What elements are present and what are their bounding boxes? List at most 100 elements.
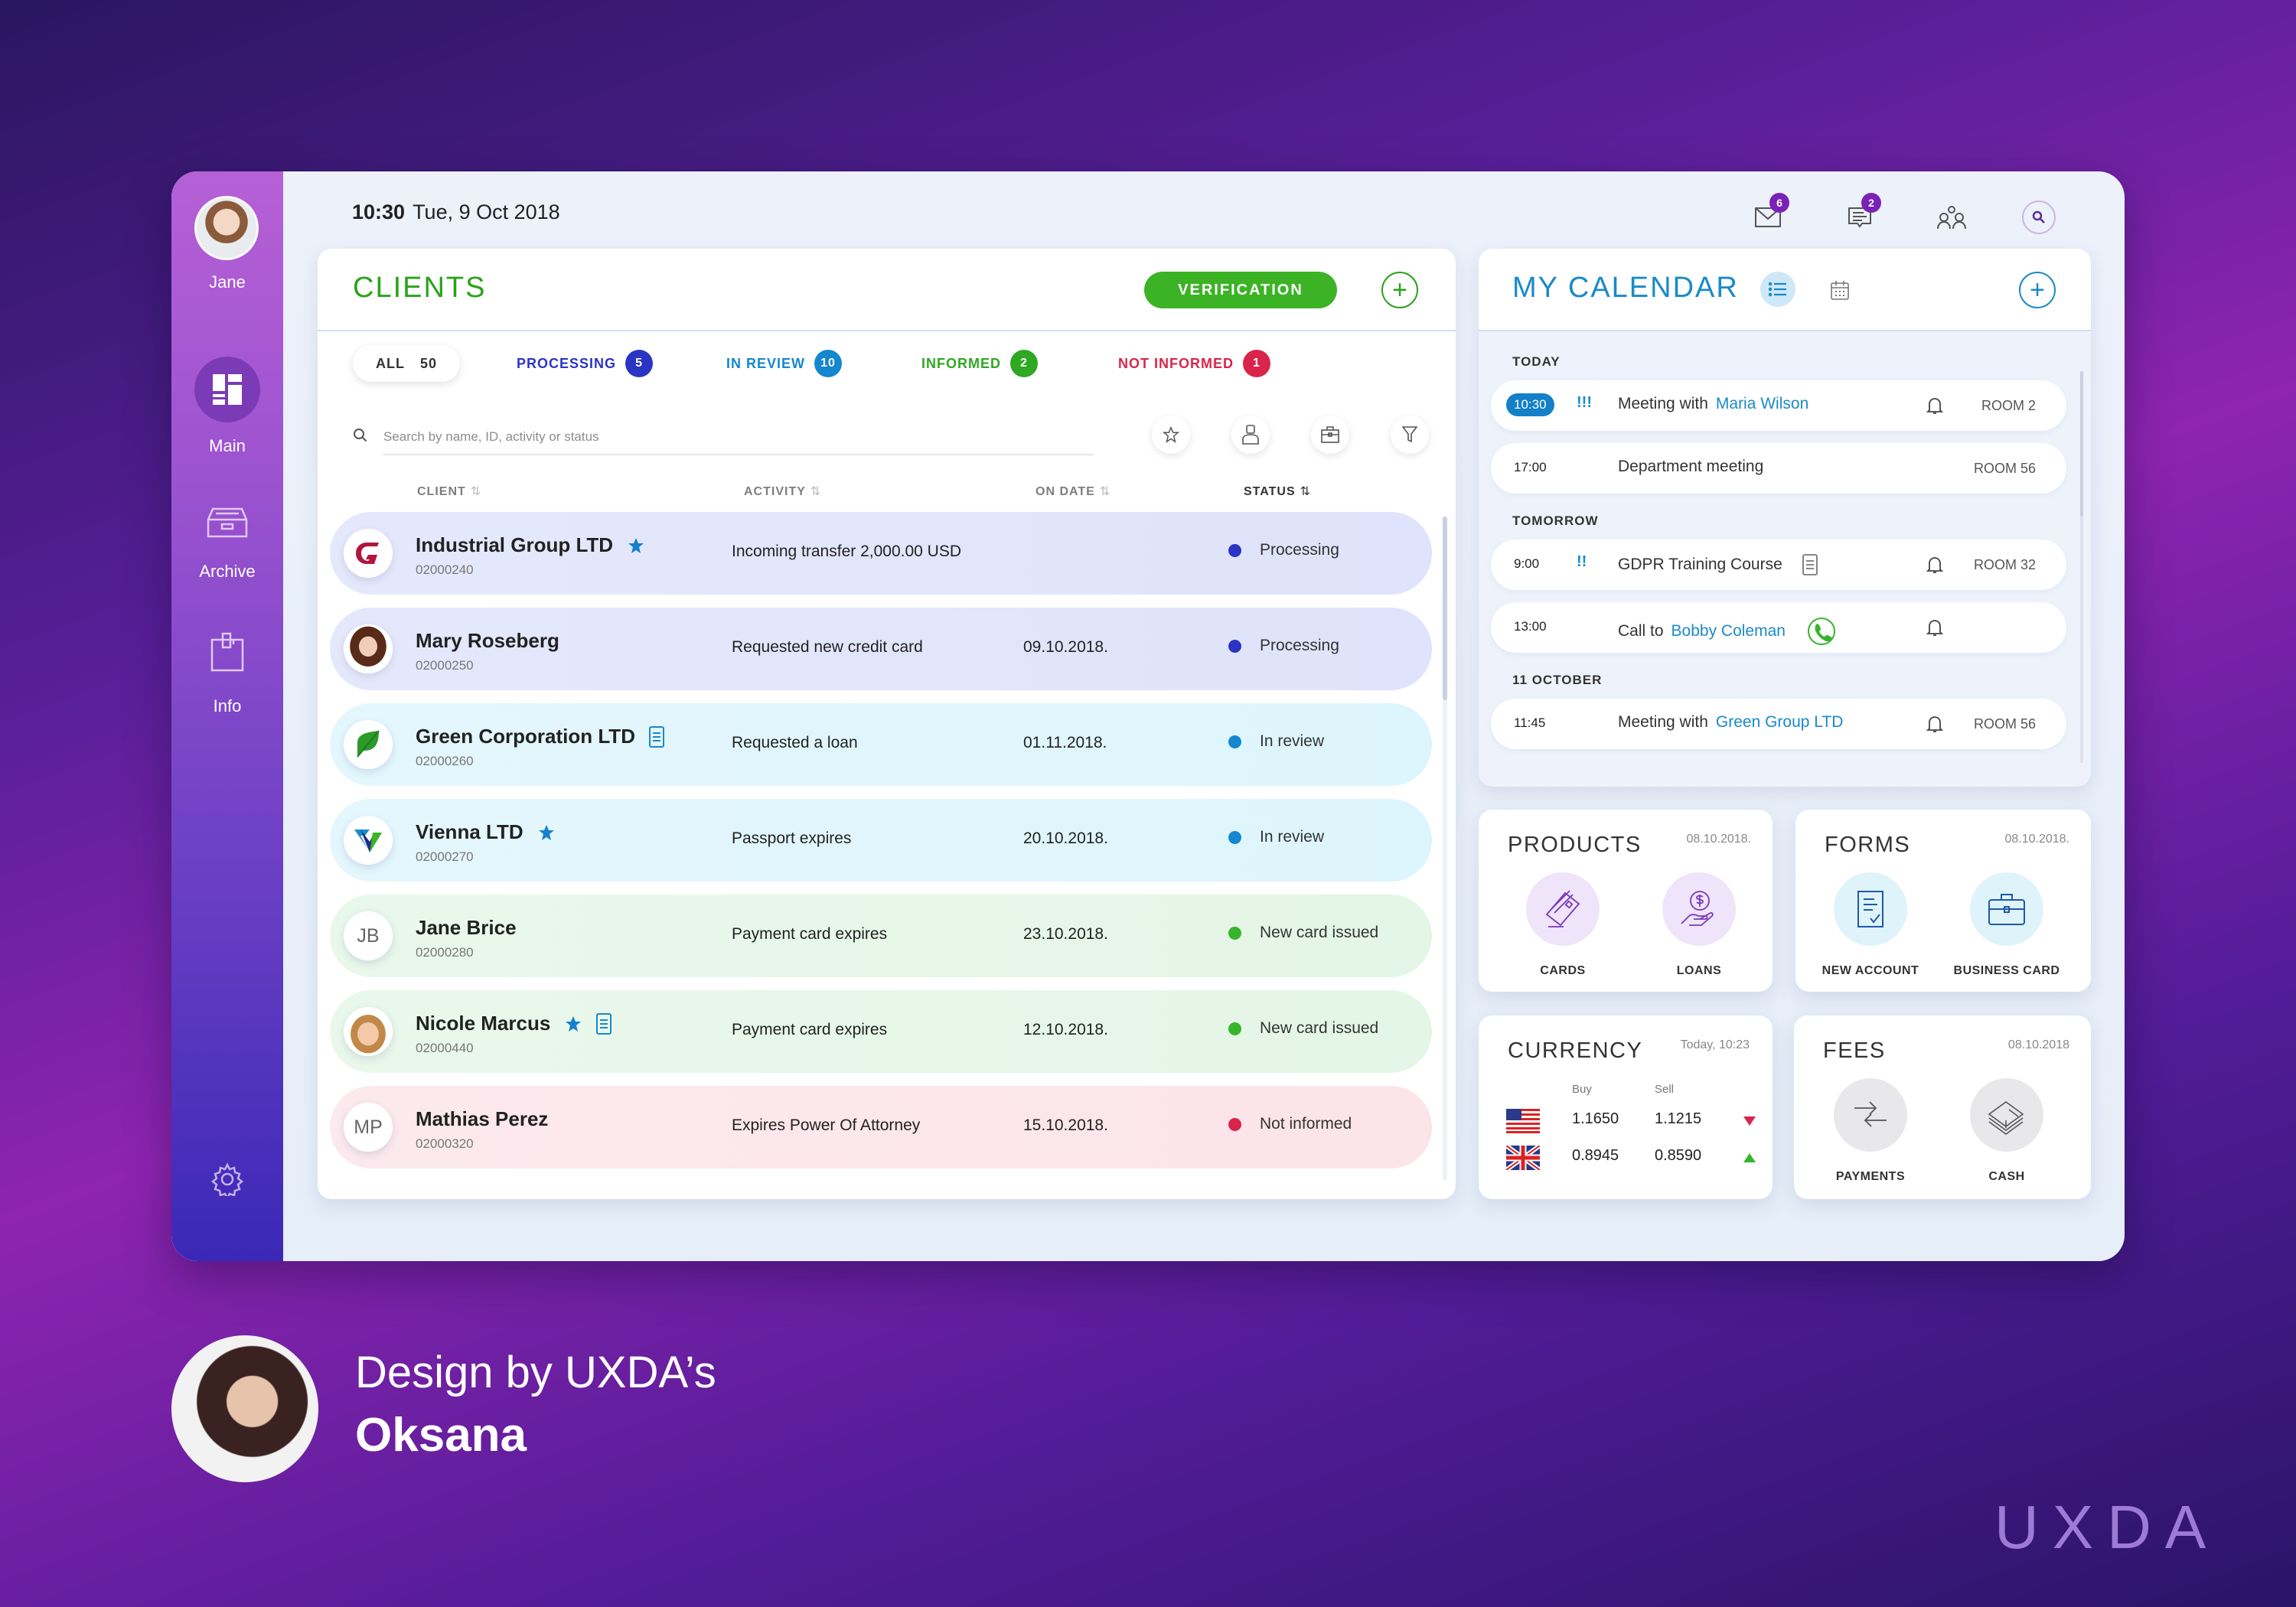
product-cards[interactable]: CARDS [1502,872,1624,978]
table-row[interactable]: JB Jane Brice 02000280 Payment card expires… [330,895,1432,977]
event-contact-link[interactable]: Bobby Coleman [1671,622,1786,641]
column-header-on-date[interactable]: ON DATE ⇅ [1035,484,1110,499]
event-title: GDPR Training Course [1618,554,1818,575]
fees-date: 08.10.2018 [2007,1038,2069,1051]
document-icon[interactable] [648,725,664,748]
bell-icon[interactable] [1926,618,1944,637]
calendar-event[interactable]: 11:45 Meeting with Green Group LTD ROOM 56 [1491,699,2066,749]
client-search-input[interactable] [383,420,1094,455]
column-header-client[interactable]: CLIENT ⇅ [417,484,481,499]
usd-buy: 1.1650 [1572,1110,1619,1127]
event-room: ROOM 32 [1973,557,2036,572]
client-name[interactable]: Green Corporation LTD [416,725,635,748]
client-name[interactable]: Mary Roseberg [416,629,559,653]
form-new-account[interactable]: NEW ACCOUNT [1809,872,1932,978]
client-name[interactable]: Mathias Perez [416,1107,548,1131]
fee-label: CASH [1988,1170,2025,1183]
star-icon[interactable] [537,823,556,842]
phone-icon[interactable] [1807,617,1836,646]
advanced-filter-button[interactable] [1391,416,1429,454]
table-row[interactable]: Green Corporation LTD 02000260 Requested a… [330,703,1432,786]
calendar-scrollbar[interactable] [2080,371,2083,763]
person-icon [1242,425,1259,445]
calendar-event[interactable]: 9:00!! GDPR Training Course ROOM 32 [1491,539,2066,590]
bell-icon[interactable] [1926,714,1944,734]
status-dot [1228,735,1241,748]
column-header-activity[interactable]: ACTIVITY ⇅ [744,484,821,499]
filter-in-review[interactable]: IN REVIEW 10 [726,345,843,382]
column-header-status[interactable]: STATUS ⇅ [1244,484,1311,499]
calendar-event[interactable]: 10:30!!! Meeting with Maria Wilson ROOM 2 [1491,380,2066,431]
filter-all[interactable]: ALL 50 [353,345,461,382]
bell-icon[interactable] [1926,555,1944,575]
filter-business-button[interactable] [1311,416,1349,454]
fee-payments[interactable]: PAYMENTS [1809,1078,1932,1184]
filter-not-informed[interactable]: NOT INFORMED 1 [1118,345,1270,382]
scrollbar-thumb[interactable] [1443,517,1447,700]
star-icon[interactable] [564,1015,582,1033]
filter-count-badge: 10 [814,350,843,377]
client-name[interactable]: Industrial Group LTD [416,533,613,557]
calendar-event[interactable]: 13:00 Call to Bobby Coleman [1491,602,2066,653]
client-name[interactable]: Jane Brice [416,916,517,940]
global-search-button[interactable] [2019,197,2059,237]
designer-name: Oksana [355,1409,527,1462]
gear-icon [210,1162,244,1196]
people-icon [1937,206,1966,230]
status-badge: In review [1228,828,1324,846]
sidebar-item-main[interactable] [194,357,260,422]
bell-icon[interactable] [1926,396,1944,416]
event-contact-link[interactable]: Green Group LTD [1716,713,1844,732]
gbp-buy: 0.8945 [1572,1147,1619,1164]
filter-person-button[interactable] [1231,416,1270,454]
trend-up-icon [1743,1153,1756,1162]
filter-starred-button[interactable] [1152,416,1190,454]
mail-button[interactable]: 6 [1748,193,1789,237]
company-logo-v [354,830,382,852]
filter-informed[interactable]: INFORMED 2 [921,345,1038,382]
uxda-logo: UXDA [1994,1493,2220,1561]
settings-button[interactable] [207,1159,248,1200]
add-client-button[interactable]: + [1381,272,1418,308]
sidebar-item-info[interactable] [207,631,248,672]
client-date: 01.11.2018. [1023,734,1107,751]
filter-processing[interactable]: PROCESSING 5 [517,345,654,382]
table-row[interactable]: Mary Roseberg 02000250 Requested new credi… [330,608,1432,690]
client-activity: Payment card expires [732,1021,888,1038]
document-icon[interactable] [596,1012,612,1035]
calendar-event[interactable]: 17:00 Department meeting ROOM 56 [1491,443,2066,494]
scrollbar-thumb[interactable] [2080,371,2083,517]
clients-scrollbar[interactable] [1443,517,1447,1181]
event-contact-link[interactable]: Maria Wilson [1716,395,1808,413]
team-button[interactable] [1932,197,1971,237]
search-icon [2032,210,2045,223]
form-business-card[interactable]: BUSINESS CARD [1945,872,2068,978]
sidebar-item-archive[interactable] [207,502,248,543]
user-avatar[interactable] [194,196,259,260]
fee-cash[interactable]: CASH [1945,1078,2068,1184]
verification-button[interactable]: VERIFICATION [1144,272,1337,308]
document-icon[interactable] [1802,554,1818,575]
client-name[interactable]: Nicole Marcus [416,1012,550,1035]
product-loans[interactable]: LOANS [1638,872,1760,978]
table-row[interactable]: Industrial Group LTD 02000240 Incoming tra… [330,512,1432,595]
currency-row-usd: 1.1650 1.1215 [1506,1107,1766,1135]
month-view-toggle[interactable] [1825,275,1855,305]
status-dot [1228,830,1241,844]
event-time: 9:00 [1514,556,1540,571]
form-label: BUSINESS CARD [1953,964,2060,977]
star-icon[interactable] [627,536,645,555]
table-row[interactable]: Vienna LTD 02000270 Passport expires 20.10.… [330,799,1432,882]
client-id: 02000320 [416,1136,474,1151]
client-avatar [344,720,393,769]
table-row[interactable]: Nicole Marcus 02000440 Payment card expire… [330,990,1432,1073]
add-event-button[interactable]: + [2019,272,2056,308]
client-name[interactable]: Vienna LTD [416,820,523,844]
table-row[interactable]: MP Mathias Perez 02000320 Expires Power Of … [330,1086,1432,1169]
event-description: Meeting with [1618,395,1708,412]
filter-count-badge: 2 [1010,350,1038,377]
list-view-toggle[interactable] [1760,272,1795,307]
client-activity: Payment card expires [732,925,888,943]
currency-title: CURRENCY [1508,1038,1643,1063]
messages-button[interactable]: 2 [1840,193,1881,237]
